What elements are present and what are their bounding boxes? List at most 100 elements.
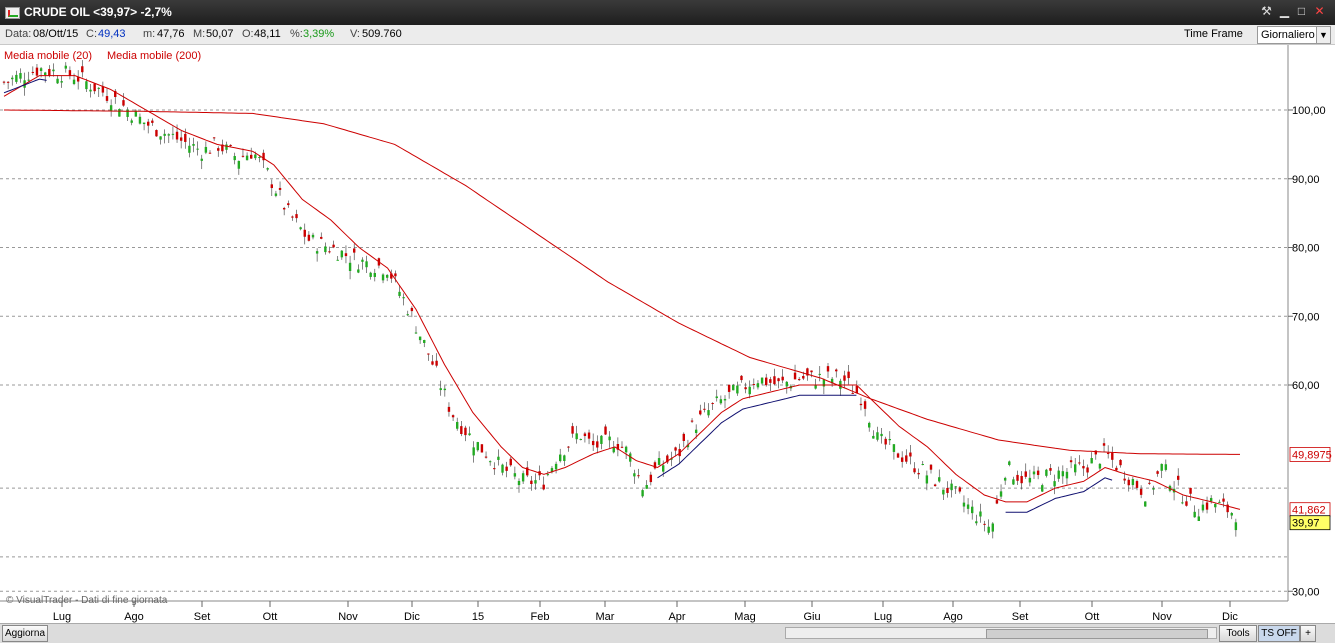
candle-body [905,455,908,462]
candle-body [694,429,698,434]
candle-body [851,392,854,394]
candle-body [1041,485,1044,492]
candle-body [406,314,409,316]
x-tick-label: Nov [1152,611,1172,623]
candle-body [567,446,570,448]
candle-body [554,463,558,470]
x-tick-label: Lug [874,611,892,623]
candle-body [460,426,463,435]
legend-ma20[interactable]: Media mobile (20) [4,50,92,62]
candle-body [418,336,422,341]
candle-body [657,458,661,465]
scrollbar-thumb[interactable] [986,629,1208,639]
min-value: 47,76 [157,28,185,40]
candle-body [357,269,360,273]
update-button[interactable]: Aggiorna [2,625,48,642]
candle-body [1177,475,1180,480]
candle-body [109,105,113,111]
max-label: M: [193,28,206,40]
candle-body [196,148,199,150]
candle-body [1020,475,1023,484]
x-tick-label: Apr [668,611,685,623]
tools-icon[interactable]: ⚒ [1259,4,1274,19]
candle-body [810,370,813,373]
candle-body [56,78,59,84]
candle-body [612,447,615,453]
y-tick-label: 70,00 [1292,311,1320,323]
candle-body [703,408,706,410]
candle-body [451,415,455,418]
candle-body [777,378,780,382]
close-label: C: [86,28,97,40]
candle-body [826,366,830,372]
candle-body [497,456,500,460]
candle-body [200,158,203,161]
maximize-button[interactable]: □ [1294,4,1309,19]
candle-body [1185,501,1188,506]
candle-body [1053,481,1056,487]
candle-body [299,227,302,230]
candle-body [163,133,166,136]
candle-body [439,388,442,391]
candle-body [723,398,727,401]
candle-body [468,433,471,436]
candle-body [896,453,900,458]
candle-body [633,473,636,477]
candle-body [744,387,747,390]
candle-body [1086,467,1089,473]
candle-body [1234,522,1238,531]
close-button[interactable]: ✕ [1312,4,1327,19]
legend-ma200[interactable]: Media mobile (200) [107,50,201,62]
candle-body [258,156,261,158]
candle-body [917,472,920,475]
candle-body [410,307,414,312]
candle-body [987,526,990,533]
candle-body [324,246,327,253]
candle-body [126,109,129,117]
candle-body [1057,470,1060,479]
tools-button[interactable]: Tools [1219,625,1257,642]
candle-body [1152,488,1155,490]
candle-body [122,100,125,106]
candle-body [287,203,290,206]
candle-body [93,83,96,92]
zoom-in-button[interactable]: + [1300,625,1316,642]
candle-body [773,376,776,385]
candle-body [1008,461,1011,465]
candle-body [732,384,735,391]
candle-body [1024,471,1027,477]
candle-body [579,439,582,441]
x-tick-label: Set [1012,611,1029,623]
candle-body [1230,513,1233,516]
candle-body [1127,479,1130,486]
minimize-button[interactable]: ▁ [1277,4,1292,19]
candle-body [1148,482,1151,484]
candle-body [1181,502,1184,504]
x-tick-label: Mar [596,611,615,623]
candle-body [1197,516,1200,522]
candle-body [44,72,47,75]
candle-body [740,375,743,381]
candle-body [1201,504,1205,511]
candle-body [999,491,1003,497]
ts-toggle-button[interactable]: TS OFF [1258,625,1300,642]
x-tick-label: Mag [734,611,755,623]
candle-body [250,154,253,159]
ma200-value-badge: 49,8975 [1292,449,1332,461]
candle-body [402,297,405,299]
price-chart-area[interactable]: 100,00 90,00 80,00 70,00 60,00 30,00 Lug Ago Se… [0,45,1335,623]
candle-body [295,214,298,219]
candle-body [2,81,6,83]
candle-body [1078,462,1081,464]
candle-body [797,379,801,381]
candle-body [966,504,970,509]
candle-body [818,373,821,375]
candle-body [900,457,904,462]
candle-body [1016,474,1019,481]
ma20-overlay-line [3,78,1113,513]
candle-body [596,441,599,448]
price-chart[interactable]: 100,00 90,00 80,00 70,00 60,00 30,00 Lug Ago Se… [0,45,1335,623]
candle-body [118,108,121,117]
timeframe-select[interactable]: Giornaliero ▼ [1257,26,1331,44]
time-scrollbar[interactable] [785,627,1217,639]
